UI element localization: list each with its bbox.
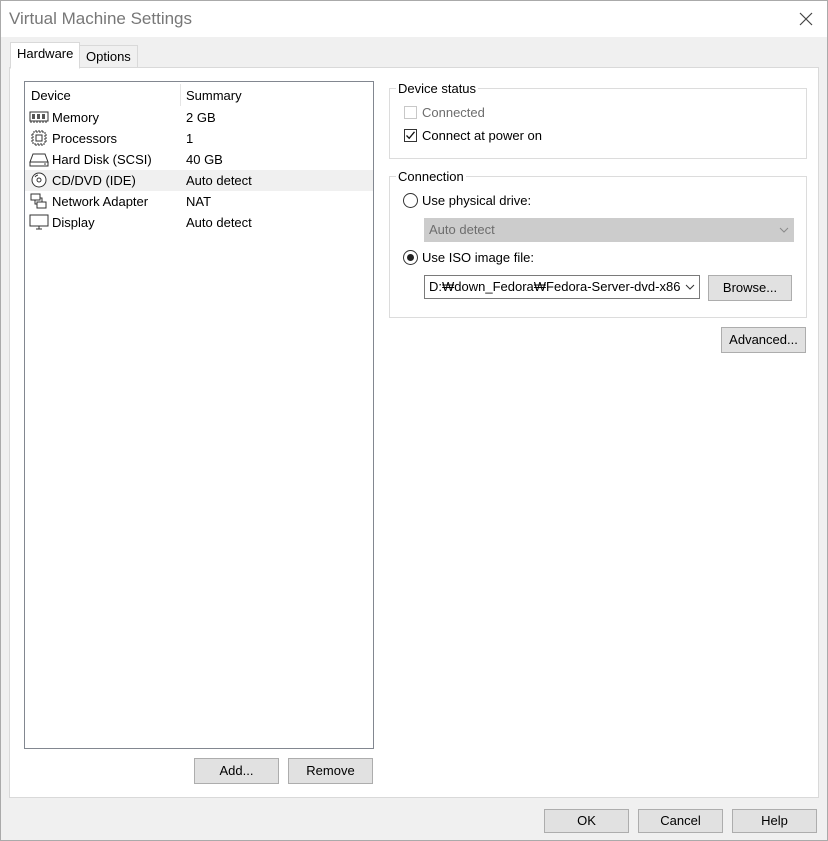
title-bar: Virtual Machine Settings: [1, 1, 827, 37]
iso-image-path-select[interactable]: D:₩down_Fedora₩Fedora-Server-dvd-x86: [424, 275, 700, 299]
chevron-down-icon: [779, 227, 789, 233]
device-summary: Auto detect: [186, 215, 252, 230]
device-summary: Auto detect: [186, 173, 252, 188]
device-name: Hard Disk (SCSI): [52, 152, 152, 167]
device-name: CD/DVD (IDE): [52, 173, 136, 188]
connected-label: Connected: [422, 105, 485, 120]
column-header-summary[interactable]: Summary: [186, 88, 242, 103]
processor-icon: [29, 130, 49, 146]
settings-window: Virtual Machine Settings Hardware Option…: [0, 0, 828, 841]
device-summary: 2 GB: [186, 110, 216, 125]
use-iso-image-radio[interactable]: [403, 250, 418, 265]
use-iso-image-label: Use ISO image file:: [422, 250, 534, 265]
display-icon: [29, 214, 49, 230]
chevron-down-icon: [685, 284, 695, 290]
device-status-group: Device status Connected Connect at power…: [389, 81, 807, 159]
physical-drive-value: Auto detect: [429, 222, 495, 237]
connect-at-power-on-label: Connect at power on: [422, 128, 542, 143]
ok-button[interactable]: OK: [544, 809, 629, 833]
connection-title: Connection: [396, 169, 466, 184]
tab-hardware[interactable]: Hardware: [10, 42, 81, 69]
cd-dvd-icon: [29, 172, 49, 188]
hardware-tab-panel: Device Summary Memory 2 GB Processors 1: [9, 67, 819, 798]
network-adapter-icon: [29, 193, 49, 209]
browse-button[interactable]: Browse...: [708, 275, 792, 301]
device-summary: 1: [186, 131, 194, 146]
help-button[interactable]: Help: [732, 809, 817, 833]
device-name: Display: [52, 215, 95, 230]
device-summary: 40 GB: [186, 152, 223, 167]
device-name: Memory: [52, 110, 99, 125]
device-row-network-adapter[interactable]: Network Adapter NAT: [25, 191, 373, 212]
close-icon[interactable]: [791, 5, 821, 33]
device-list[interactable]: Device Summary Memory 2 GB Processors 1: [24, 81, 374, 749]
advanced-button[interactable]: Advanced...: [721, 327, 806, 353]
device-status-title: Device status: [396, 81, 479, 96]
connect-at-power-on-checkbox[interactable]: [404, 129, 417, 142]
checkmark-icon: [406, 131, 416, 140]
hard-disk-icon: [29, 151, 49, 167]
remove-button[interactable]: Remove: [288, 758, 373, 784]
column-divider[interactable]: [180, 84, 181, 106]
use-physical-drive-radio[interactable]: [403, 193, 418, 208]
device-row-display[interactable]: Display Auto detect: [25, 212, 373, 233]
memory-icon: [29, 109, 49, 125]
device-row-cd-dvd[interactable]: CD/DVD (IDE) Auto detect: [25, 170, 373, 191]
tab-options[interactable]: Options: [79, 45, 138, 69]
device-row-processors[interactable]: Processors 1: [25, 128, 373, 149]
connected-checkbox[interactable]: [404, 106, 417, 119]
window-title: Virtual Machine Settings: [9, 9, 193, 28]
device-name: Processors: [52, 131, 118, 146]
connection-group: Connection Use physical drive: Auto dete…: [389, 169, 807, 318]
physical-drive-select[interactable]: Auto detect: [424, 218, 794, 242]
device-summary: NAT: [186, 194, 212, 209]
use-physical-drive-label: Use physical drive:: [422, 193, 532, 208]
iso-image-path-value: D:₩down_Fedora₩Fedora-Server-dvd-x86: [429, 279, 681, 294]
device-name: Network Adapter: [52, 194, 149, 209]
column-header-device[interactable]: Device: [31, 88, 71, 103]
add-button[interactable]: Add...: [194, 758, 279, 784]
device-row-hard-disk[interactable]: Hard Disk (SCSI) 40 GB: [25, 149, 373, 170]
cancel-button[interactable]: Cancel: [638, 809, 723, 833]
device-list-header: Device Summary: [25, 82, 373, 108]
device-row-memory[interactable]: Memory 2 GB: [25, 107, 373, 128]
